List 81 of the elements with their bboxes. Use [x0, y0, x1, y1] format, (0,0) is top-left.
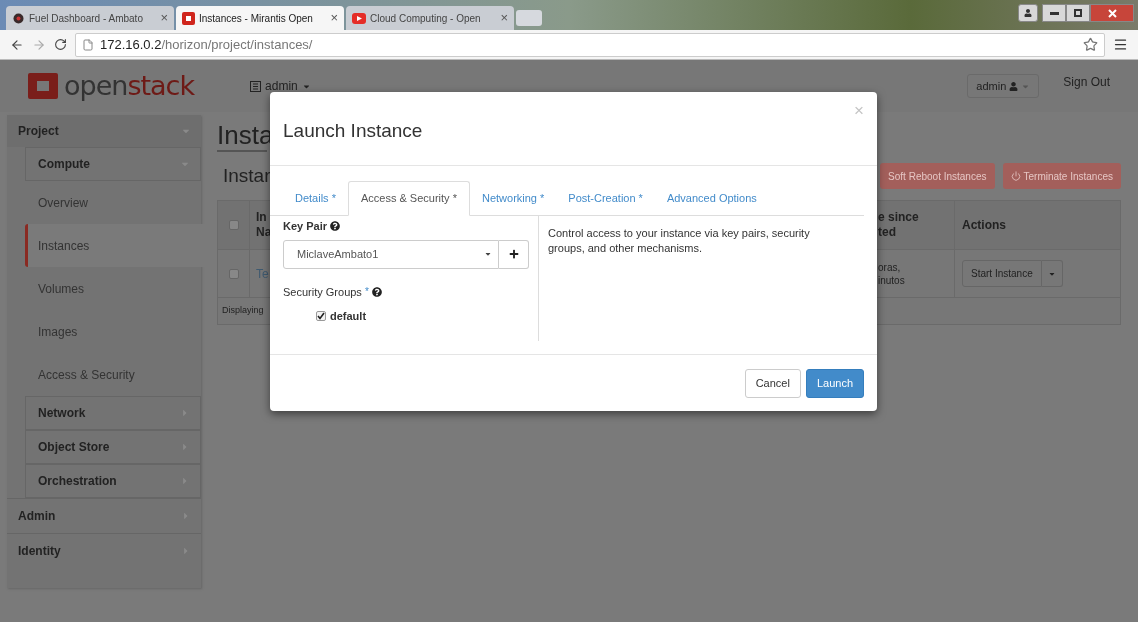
group-label: Network — [38, 405, 86, 422]
section-label: Project — [18, 123, 59, 140]
group-label: Object Store — [38, 439, 110, 456]
required-marker: * — [364, 285, 369, 300]
back-icon[interactable] — [10, 37, 24, 52]
checkbox[interactable] — [228, 268, 239, 279]
cancel-button[interactable]: Cancel — [744, 368, 801, 398]
check-icon — [317, 312, 325, 321]
sidebar-group[interactable]: Compute — [25, 147, 201, 181]
bookmark-star-icon[interactable] — [1083, 37, 1098, 52]
list-icon — [250, 80, 262, 92]
tab-close-button[interactable]: × — [500, 8, 508, 28]
address-field[interactable]: 172.16.0.2/horizon/project/instances/ — [75, 32, 1105, 57]
project-menu[interactable]: admin — [250, 77, 311, 95]
tab-title: Fuel Dashboard - Ambato — [29, 11, 143, 26]
checkbox[interactable] — [316, 311, 326, 322]
sidebar-group[interactable]: Orchestration — [25, 464, 201, 498]
menu-icon[interactable] — [1113, 37, 1128, 52]
sidebar-section[interactable]: Project — [7, 115, 201, 147]
action-button[interactable]: Terminate Instances — [1002, 163, 1121, 189]
sidebar-section[interactable]: Identity — [7, 533, 201, 568]
dialog-tab[interactable]: Post-Creation * — [556, 181, 655, 216]
dialog-tab[interactable]: Details * — [283, 181, 348, 216]
logo-text[interactable]: openstack — [64, 65, 195, 107]
reload-icon[interactable] — [54, 38, 67, 51]
sidebar-group[interactable]: Network — [25, 396, 201, 430]
power-icon — [1010, 171, 1021, 181]
url-text: 172.16.0.2/horizon/project/instances/ — [100, 35, 313, 54]
checkbox-label: default — [330, 309, 367, 324]
help-icon[interactable] — [371, 286, 382, 297]
minimize-button[interactable] — [1042, 4, 1066, 22]
page-icon — [82, 38, 94, 51]
tab-close-button[interactable]: × — [330, 8, 338, 28]
tab-close-button[interactable]: × — [160, 8, 168, 28]
table-cell: oras, inutos — [878, 250, 955, 297]
group-label: Orchestration — [38, 473, 117, 490]
caret-icon — [484, 250, 492, 258]
sidebar-item[interactable]: Images — [25, 310, 201, 353]
start-instance-button[interactable]: Start Instance — [962, 260, 1042, 287]
help-icon[interactable] — [330, 221, 341, 232]
user-menu[interactable]: admin — [967, 74, 1040, 98]
dialog-tab[interactable]: Networking * — [469, 181, 557, 216]
key-pair-select[interactable]: MiclaveAmbato1 — [283, 239, 499, 269]
close-window-button[interactable] — [1090, 4, 1134, 22]
logo-icon — [182, 11, 195, 25]
dialog-title: Launch Instance — [283, 119, 423, 144]
checkbox[interactable] — [228, 220, 239, 230]
add-key-pair-button[interactable] — [499, 239, 529, 269]
section-title: Instar — [222, 163, 271, 188]
sidebar-item[interactable]: Volumes — [25, 267, 201, 310]
field-label: Key Pair — [283, 219, 328, 234]
user-icon — [1024, 9, 1032, 17]
profile-button[interactable] — [1018, 4, 1038, 22]
sidebar-group[interactable]: Object Store — [25, 430, 201, 464]
group-label: Compute — [38, 156, 90, 173]
tab-title: Instances - Mirantis Open — [199, 11, 313, 26]
dialog-tab[interactable]: Access & Security * — [347, 181, 470, 216]
browser-tab[interactable]: Instances - Mirantis Open × — [176, 6, 344, 30]
section-label: Admin — [18, 508, 56, 525]
field-label: Security Groups — [283, 284, 362, 300]
sidebar-section[interactable]: Admin — [7, 498, 201, 533]
plus-icon — [508, 249, 519, 259]
sidebar-item[interactable]: Access & Security — [25, 353, 201, 396]
browser-tab[interactable]: Fuel Dashboard - Ambato × — [6, 6, 174, 30]
play-icon — [352, 12, 366, 24]
action-button[interactable]: Soft Reboot Instances — [880, 163, 995, 189]
logo-drawing — [28, 73, 58, 99]
section-label: Identity — [18, 543, 61, 560]
tab-title: Cloud Computing - Open — [370, 11, 481, 26]
sign-out-link[interactable]: Sign Out — [1063, 73, 1110, 91]
help-text: Control access to your instance via key pairs, security groups, and other mechanisms. — [548, 226, 811, 256]
user-icon — [1009, 81, 1019, 91]
table-footer: Displaying — [222, 304, 264, 318]
dialog-tab[interactable]: Advanced Options — [654, 181, 769, 216]
close-icon — [1107, 8, 1117, 18]
sidebar-item[interactable]: Overview — [25, 181, 201, 224]
column-header: Actions — [961, 217, 1007, 234]
launch-button[interactable]: Launch — [805, 368, 864, 398]
column-header: e since ted — [878, 201, 955, 249]
restore-button[interactable] — [1066, 4, 1090, 22]
browser-tab[interactable]: Cloud Computing - Open × — [346, 6, 514, 30]
